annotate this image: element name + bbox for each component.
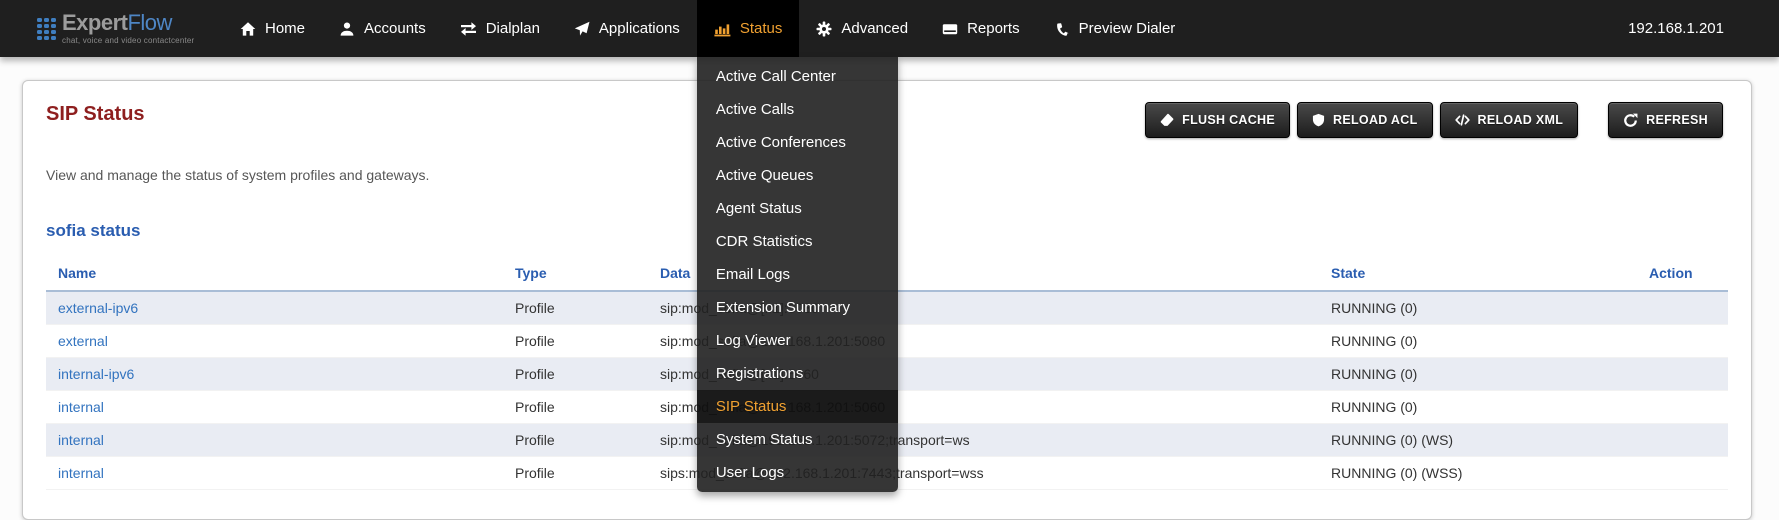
exchange-arrows-icon (460, 21, 477, 37)
menu-item-active-call-center[interactable]: Active Call Center (697, 60, 898, 93)
nav-item-home[interactable]: Home (223, 0, 322, 57)
status-dropdown-menu: Active Call Center Active Calls Active C… (697, 57, 898, 492)
col-header-action[interactable]: Action (1637, 265, 1728, 291)
page-description: View and manage the status of system pro… (46, 167, 429, 183)
home-icon (240, 21, 256, 37)
profile-link[interactable]: internal (58, 465, 104, 481)
nav-item-accounts[interactable]: Accounts (322, 0, 443, 57)
profile-link[interactable]: internal (58, 432, 104, 448)
user-icon (339, 21, 355, 37)
nav-item-dialplan[interactable]: Dialplan (443, 0, 557, 57)
expertflow-logo[interactable]: ExpertFlow chat, voice and video contact… (37, 12, 197, 45)
profile-link[interactable]: external-ipv6 (58, 300, 138, 316)
reload-xml-button[interactable]: RELOAD XML (1440, 102, 1579, 138)
col-header-name[interactable]: Name (46, 265, 503, 291)
menu-item-registrations[interactable]: Registrations (697, 357, 898, 390)
brand-expert: Expert (62, 10, 127, 35)
nav-item-advanced[interactable]: Advanced (799, 0, 925, 57)
reload-acl-button[interactable]: RELOAD ACL (1297, 102, 1432, 138)
shield-icon (1312, 113, 1325, 127)
flush-cache-button[interactable]: FLUSH CACHE (1145, 102, 1290, 138)
menu-item-extension-summary[interactable]: Extension Summary (697, 291, 898, 324)
page-title: SIP Status (46, 103, 145, 126)
nav-item-preview-dialer[interactable]: Preview Dialer (1037, 0, 1193, 57)
col-header-type[interactable]: Type (503, 265, 648, 291)
menu-item-sip-status[interactable]: SIP Status (697, 390, 898, 423)
section-title: sofia status (46, 221, 140, 241)
logo-dots-icon (37, 18, 56, 40)
col-header-state[interactable]: State (1319, 265, 1637, 291)
eraser-icon (1160, 113, 1174, 127)
menu-item-system-status[interactable]: System Status (697, 423, 898, 456)
nav-item-status[interactable]: Status Active Call Center Active Calls A… (697, 0, 800, 57)
toolbar: FLUSH CACHE RELOAD ACL RELOAD XML REFRES… (1138, 102, 1723, 138)
menu-item-agent-status[interactable]: Agent Status (697, 192, 898, 225)
bar-chart-icon (714, 21, 731, 37)
hdd-icon (942, 21, 958, 37)
menu-item-log-viewer[interactable]: Log Viewer (697, 324, 898, 357)
refresh-icon (1623, 113, 1638, 128)
brand-flow: Flow (127, 10, 171, 35)
code-icon (1455, 113, 1470, 127)
gear-icon (816, 21, 832, 37)
profile-link[interactable]: external (58, 333, 108, 349)
menu-item-active-conferences[interactable]: Active Conferences (697, 126, 898, 159)
main-nav: Home Accounts Dialplan Applications Stat… (223, 0, 1192, 57)
profile-link[interactable]: internal-ipv6 (58, 366, 134, 382)
menu-item-cdr-statistics[interactable]: CDR Statistics (697, 225, 898, 258)
nav-item-applications[interactable]: Applications (557, 0, 697, 57)
menu-item-active-calls[interactable]: Active Calls (697, 93, 898, 126)
server-ip: 192.168.1.201 (1628, 0, 1724, 57)
profile-link[interactable]: internal (58, 399, 104, 415)
menu-item-active-queues[interactable]: Active Queues (697, 159, 898, 192)
top-navbar: ExpertFlow chat, voice and video contact… (0, 0, 1779, 57)
refresh-button[interactable]: REFRESH (1608, 102, 1723, 138)
menu-item-email-logs[interactable]: Email Logs (697, 258, 898, 291)
menu-item-user-logs[interactable]: User Logs (697, 456, 898, 489)
brand-tagline: chat, voice and video contactcenter (62, 37, 194, 45)
paper-plane-icon (574, 21, 590, 37)
phone-icon (1054, 21, 1070, 37)
nav-item-reports[interactable]: Reports (925, 0, 1037, 57)
